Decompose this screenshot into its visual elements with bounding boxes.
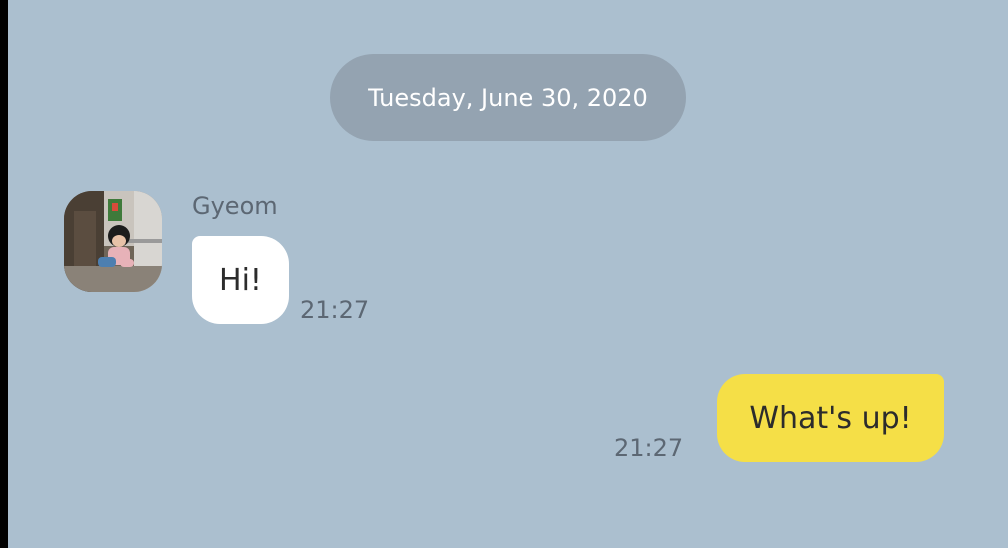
avatar[interactable] (64, 191, 162, 292)
incoming-message-bubble[interactable]: Hi! (192, 236, 289, 324)
date-separator: Tuesday, June 30, 2020 (330, 54, 686, 141)
message-text: What's up! (749, 400, 912, 436)
date-separator-label: Tuesday, June 30, 2020 (368, 83, 648, 112)
message-timestamp: 21:27 (614, 434, 684, 462)
sender-name: Gyeom (192, 192, 278, 220)
message-text: Hi! (219, 262, 262, 298)
avatar-photo (64, 191, 162, 292)
message-timestamp: 21:27 (300, 296, 370, 324)
outgoing-message-bubble[interactable]: What's up! (717, 374, 944, 462)
window-left-edge (0, 0, 8, 548)
